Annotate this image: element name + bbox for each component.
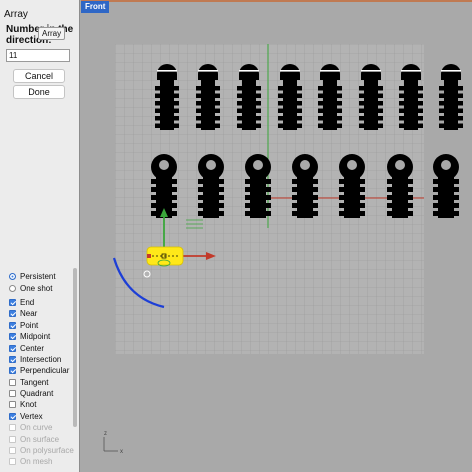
array-part[interactable] [439,64,463,130]
axis-indicator: z x [103,431,123,455]
array-part[interactable] [155,64,179,130]
array-part[interactable] [399,64,423,130]
array-part[interactable] [237,64,261,130]
viewport-tab-front[interactable]: Front [81,1,110,13]
viewport-scene[interactable]: z x [0,0,472,472]
array-part[interactable] [278,64,302,130]
gumball-handle[interactable] [147,254,151,258]
axis-x-label: x [120,449,123,455]
array-part[interactable] [196,64,220,130]
axis-z-label: z [104,431,107,437]
array-part[interactable] [433,154,459,218]
array-part[interactable] [359,64,383,130]
array-part[interactable] [318,64,342,130]
